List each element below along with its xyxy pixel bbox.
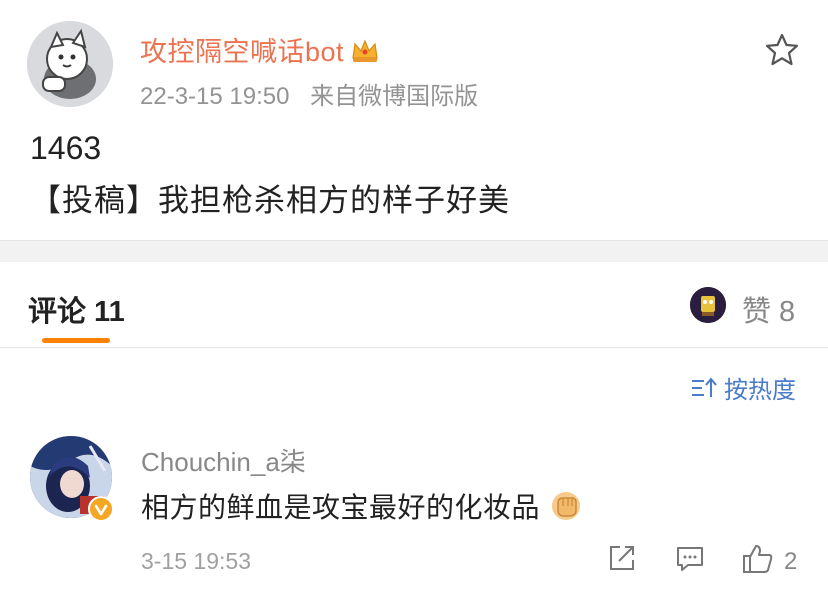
thumbs-up-icon[interactable] (741, 542, 775, 581)
commenter-name[interactable]: Chouchin_a柒 (141, 442, 306, 479)
sort-icon (692, 376, 717, 397)
sort-label: 按热度 (724, 377, 796, 404)
active-tab-indicator (42, 338, 110, 343)
verified-badge (88, 496, 114, 522)
post-card: 攻控隔空喊话bot 22-3-15 19:50 来自微博国际版 1463 【投稿… (0, 0, 828, 240)
comment-icon[interactable] (674, 542, 706, 579)
tab-comments[interactable]: 评论 11 (28, 288, 125, 330)
sort-button[interactable]: 按热度 (690, 370, 796, 405)
post-text: 【投稿】我担枪杀相方的样子好美 (30, 183, 510, 218)
crown-icon (350, 38, 380, 71)
star-icon[interactable] (764, 32, 800, 68)
liker-avatar[interactable] (690, 287, 726, 323)
post-meta: 22-3-15 19:50 来自微博国际版 (140, 76, 492, 111)
author-avatar[interactable] (27, 21, 113, 107)
comment-item: Chouchin_a柒 相方的鲜血是攻宝最好的化妆品 3-15 19:53 2 (0, 430, 828, 589)
post-time: 22-3-15 19:50 (140, 83, 290, 110)
fist-emoji-icon (550, 490, 582, 529)
comment-text: 相方的鲜血是攻宝最好的化妆品 (141, 486, 582, 529)
section-divider (0, 240, 828, 262)
tab-likes[interactable]: 赞 8 (742, 288, 795, 330)
tab-bar: 评论 11 赞 8 (0, 262, 828, 348)
share-icon[interactable] (606, 542, 638, 579)
comment-time: 3-15 19:53 (141, 548, 251, 574)
author-name[interactable]: 攻控隔空喊话bot (140, 30, 380, 71)
comment-like-count: 2 (784, 548, 798, 575)
post-number: 1463 (30, 130, 102, 166)
post-source[interactable]: 来自微博国际版 (310, 83, 478, 110)
